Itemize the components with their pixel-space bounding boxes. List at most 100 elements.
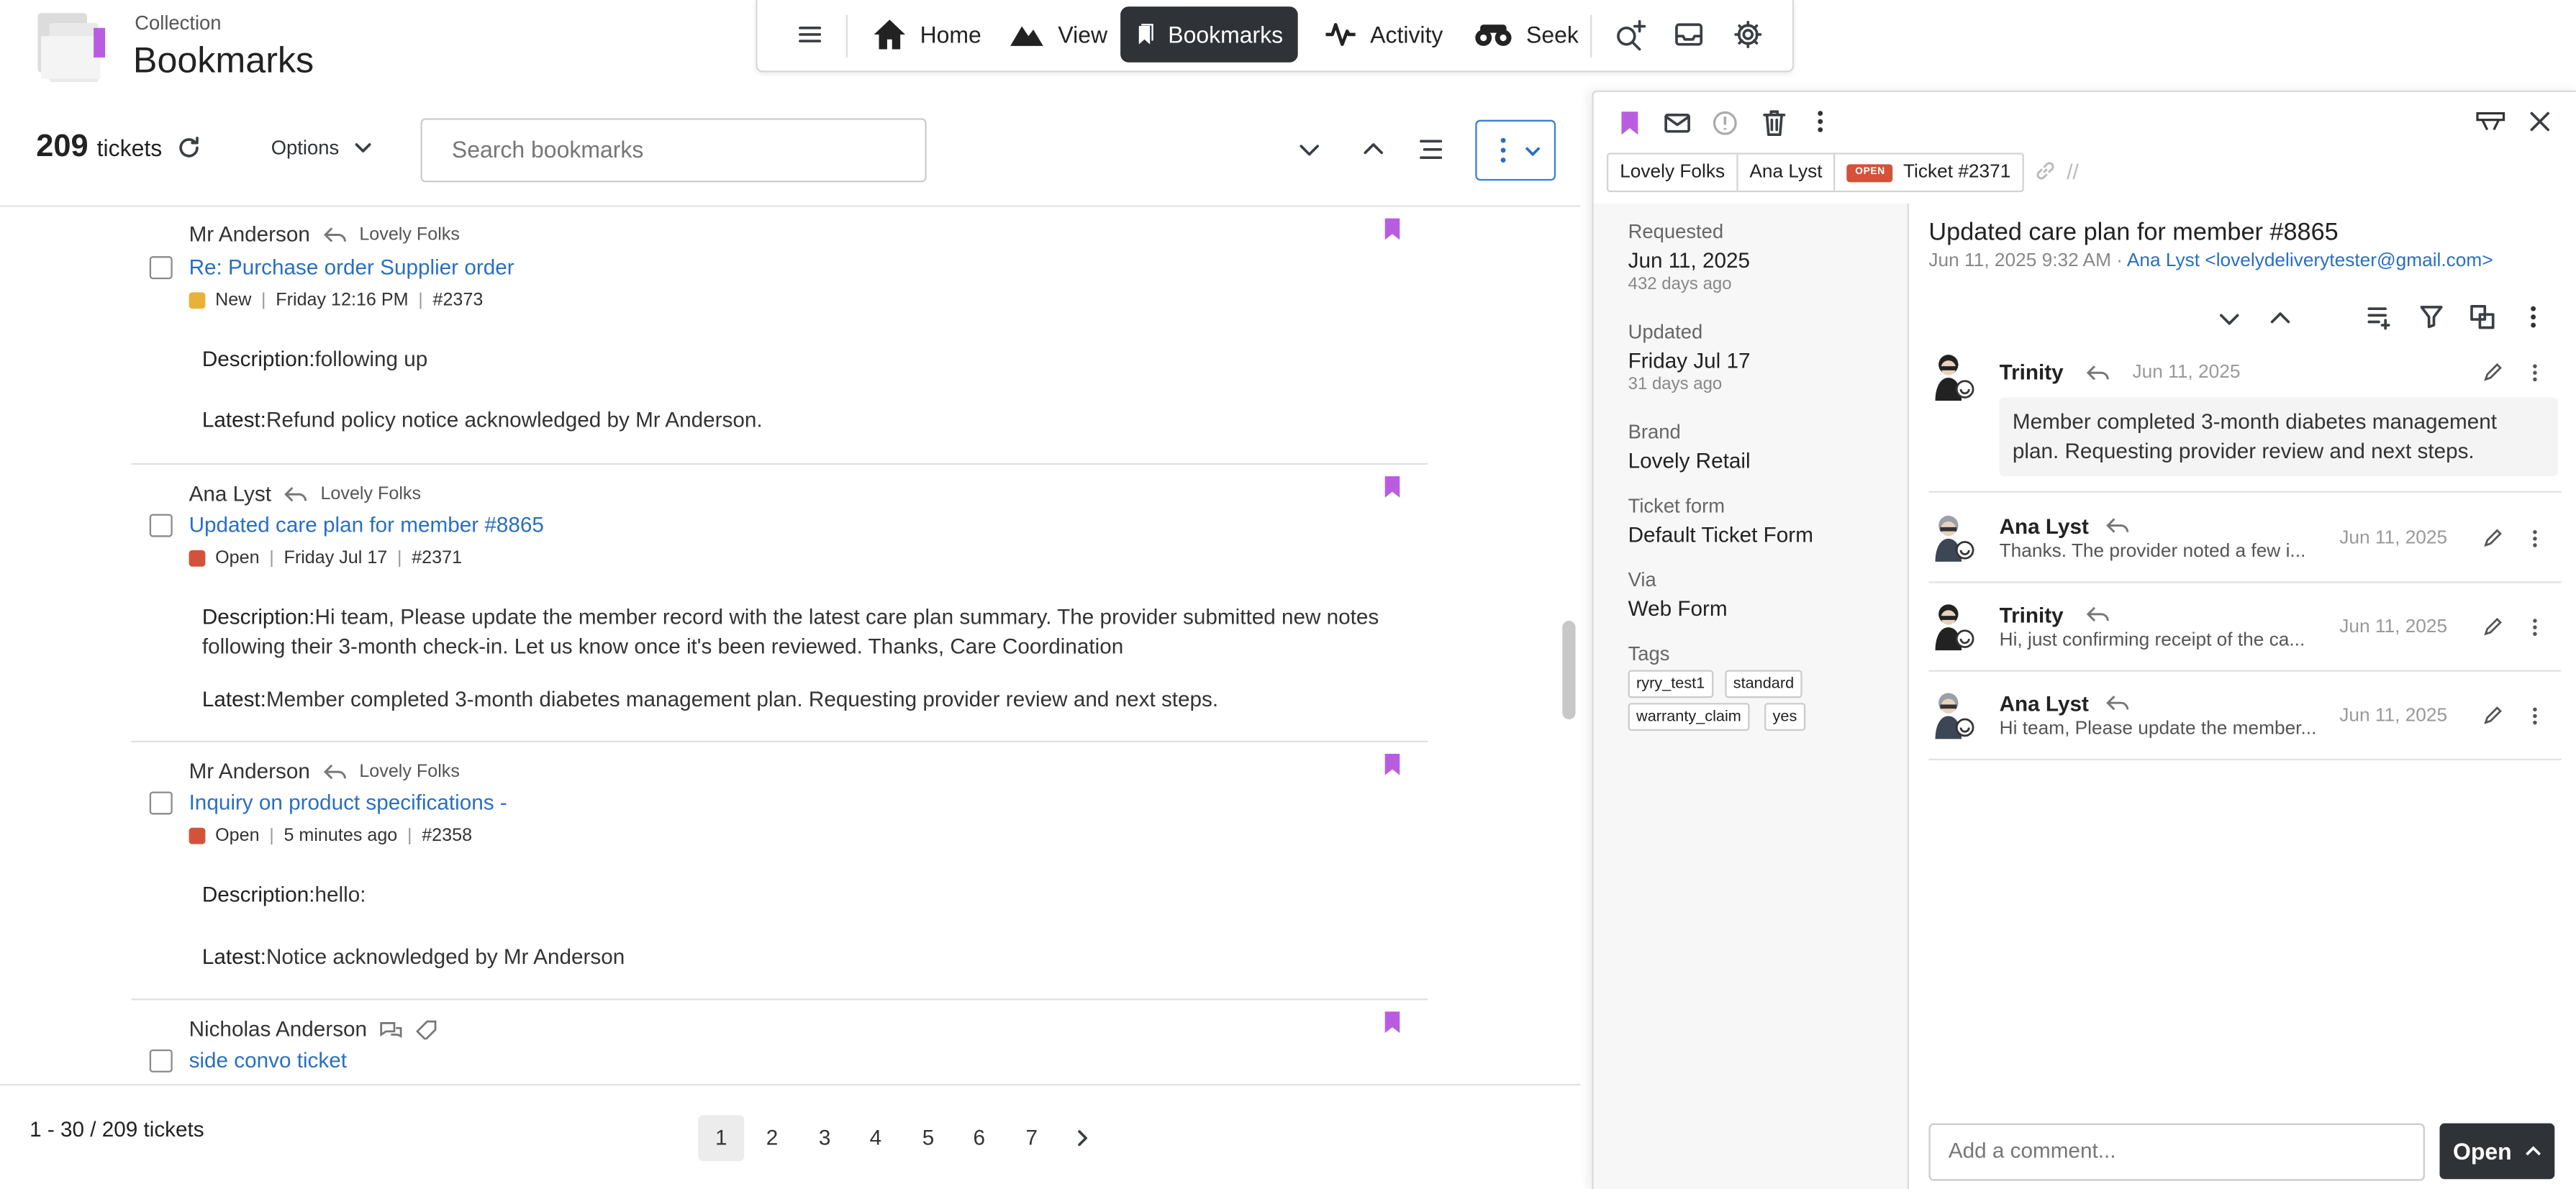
- refresh-button[interactable]: [176, 135, 202, 161]
- translate-button[interactable]: [2470, 304, 2496, 330]
- page-3-button[interactable]: 3: [802, 1115, 848, 1161]
- new-search-button[interactable]: [1600, 6, 1663, 63]
- conversation-more-button[interactable]: [2527, 304, 2540, 330]
- breadcrumb-user[interactable]: Ana Lyst: [1738, 154, 1836, 191]
- expand-all-button[interactable]: [1298, 138, 1321, 161]
- message-author: Ana Lyst: [1999, 691, 2089, 716]
- nav-home-label: Home: [920, 21, 981, 48]
- ticket-id: #2371: [412, 548, 463, 568]
- density-button[interactable]: [1418, 137, 1444, 163]
- ticket-id: #2358: [422, 826, 473, 846]
- ticket-row[interactable]: Nicholas Anderson side convo ticket: [132, 1000, 1428, 1083]
- tag-chip[interactable]: ryry_test1: [1628, 670, 1713, 698]
- divider-glyph: //: [2067, 159, 2079, 184]
- nav-home[interactable]: Home: [858, 6, 997, 63]
- nav-activity[interactable]: Activity: [1310, 6, 1458, 63]
- kebab-icon[interactable]: [2530, 616, 2540, 639]
- nav-seek[interactable]: Seek: [1459, 6, 1593, 63]
- bookmark-icon[interactable]: [1383, 752, 1401, 777]
- panel-more-button[interactable]: [1814, 109, 1827, 135]
- collapse-messages-button[interactable]: [2269, 307, 2292, 330]
- avatar: [1935, 355, 1974, 401]
- inbox-icon: [1675, 23, 1703, 46]
- ticket-subject-link[interactable]: Inquiry on product specifications -: [189, 790, 507, 814]
- ticket-subject-link[interactable]: side convo ticket: [189, 1048, 347, 1072]
- bookmark-toggle-button[interactable]: [1620, 110, 1639, 137]
- breadcrumb-ticket[interactable]: OPEN Ticket #2371: [1836, 155, 2022, 191]
- sender-link[interactable]: Ana Lyst <lovelydeliverytester@gmail.com…: [2127, 251, 2493, 270]
- delete-button[interactable]: [1761, 109, 1788, 137]
- expand-panel-button[interactable]: [2476, 110, 2505, 133]
- bookmark-icon: [1621, 111, 1638, 135]
- email-button[interactable]: [1664, 111, 1691, 135]
- nav-view[interactable]: View: [994, 6, 1122, 63]
- alert-icon: [1713, 111, 1737, 135]
- submit-status-button[interactable]: Open: [2439, 1123, 2555, 1180]
- message-item[interactable]: Trinity Jun 11, 2025 Member completed 3-…: [1928, 352, 2561, 483]
- page-5-button[interactable]: 5: [905, 1115, 951, 1161]
- page-4-button[interactable]: 4: [853, 1115, 899, 1161]
- kebab-icon[interactable]: [2530, 361, 2540, 384]
- link-button[interactable]: [2034, 159, 2057, 182]
- options-dropdown[interactable]: Options: [271, 137, 372, 159]
- menu-button[interactable]: [782, 6, 838, 63]
- ticket-checkbox[interactable]: [149, 514, 173, 537]
- updated-ago: 31 days ago: [1628, 374, 1723, 394]
- edit-icon[interactable]: [2482, 363, 2502, 383]
- edit-icon[interactable]: [2482, 617, 2502, 637]
- bookmark-icon[interactable]: [1383, 475, 1401, 499]
- ticket-checkbox[interactable]: [149, 791, 173, 815]
- edit-icon[interactable]: [2482, 706, 2502, 726]
- inbox-button[interactable]: [1659, 6, 1718, 63]
- home-icon: [874, 19, 906, 50]
- ticket-row[interactable]: Ana Lyst Lovely Folks Updated care plan …: [131, 465, 1428, 742]
- binoculars-icon: [1475, 24, 1512, 46]
- reply-icon: [323, 763, 346, 779]
- close-panel-button[interactable]: [2529, 110, 2552, 133]
- via-label: Via: [1628, 568, 1656, 591]
- page-7-button[interactable]: 7: [1009, 1115, 1055, 1161]
- close-icon: [2530, 111, 2550, 132]
- edit-icon[interactable]: [2482, 529, 2502, 548]
- ticket-subject-link[interactable]: Updated care plan for member #8865: [189, 512, 544, 537]
- bookmark-icon[interactable]: [1383, 217, 1401, 241]
- tag-chip[interactable]: warranty_claim: [1628, 703, 1750, 732]
- message-item[interactable]: Ana Lyst Hi team, Please update the memb…: [1928, 686, 2561, 758]
- ticket-checkbox[interactable]: [149, 256, 173, 280]
- bookmark-icon[interactable]: [1383, 1010, 1401, 1034]
- page-1-button[interactable]: 1: [698, 1115, 745, 1162]
- conversation-title: Updated care plan for member #8865: [1928, 218, 2339, 247]
- filter-button[interactable]: [2418, 304, 2445, 330]
- collection-icon: [36, 12, 106, 83]
- kebab-icon[interactable]: [2530, 704, 2540, 727]
- ticket-count: 209 tickets: [36, 129, 162, 165]
- ticket-row[interactable]: Mr Anderson Lovely Folks Inquiry on prod…: [131, 742, 1428, 1001]
- search-input[interactable]: [422, 119, 912, 178]
- expand-messages-button[interactable]: [2218, 307, 2241, 330]
- settings-button[interactable]: [1718, 6, 1777, 63]
- list-scrollbar[interactable]: [1562, 621, 1576, 720]
- ticket-row[interactable]: Mr Anderson Lovely Folks Re: Purchase or…: [131, 207, 1428, 465]
- ticket-latest: Latest:Member completed 3-month diabetes…: [201, 686, 1219, 711]
- message-item[interactable]: Ana Lyst Thanks. The provider noted a fe…: [1928, 509, 2561, 581]
- ticket-org: Lovely Folks: [320, 483, 422, 504]
- tag-chip[interactable]: standard: [1725, 670, 1802, 698]
- message-item[interactable]: Trinity Hi, just confirming receipt of t…: [1928, 598, 2561, 670]
- next-page-button[interactable]: [1060, 1115, 1106, 1161]
- tag-chip[interactable]: yes: [1764, 703, 1805, 732]
- comment-input[interactable]: [1930, 1124, 2409, 1176]
- more-actions-button[interactable]: [1475, 119, 1556, 181]
- page-2-button[interactable]: 2: [749, 1115, 795, 1161]
- ticket-subject-link[interactable]: Re: Purchase order Supplier order: [189, 255, 514, 279]
- sort-button[interactable]: [2366, 304, 2393, 330]
- spam-button[interactable]: [1712, 110, 1738, 137]
- collapse-all-button[interactable]: [1362, 138, 1385, 161]
- page-6-button[interactable]: 6: [956, 1115, 1002, 1161]
- breadcrumb-org[interactable]: Lovely Folks: [1608, 154, 1738, 191]
- tag-icon: [416, 1019, 437, 1039]
- breadcrumb: Lovely Folks Ana Lyst OPEN Ticket #2371: [1606, 152, 2024, 193]
- kebab-icon[interactable]: [2530, 527, 2540, 550]
- ticket-properties: Requested Jun 11, 2025 432 days ago Upda…: [1593, 204, 1910, 1189]
- ticket-checkbox[interactable]: [149, 1049, 173, 1072]
- nav-bookmarks[interactable]: Bookmarks: [1120, 6, 1298, 63]
